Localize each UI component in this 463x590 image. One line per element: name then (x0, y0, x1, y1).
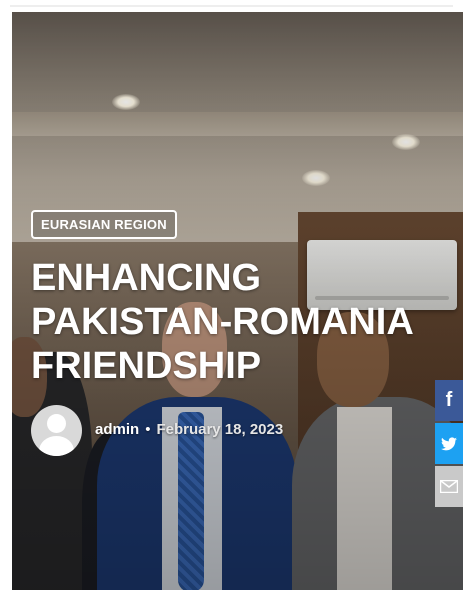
top-strip (0, 0, 463, 12)
post-date[interactable]: February 18, 2023 (156, 421, 283, 438)
facebook-icon[interactable]: f (435, 380, 463, 421)
divider (10, 5, 453, 7)
author-link[interactable]: admin (95, 421, 139, 438)
email-icon[interactable] (435, 466, 463, 507)
avatar-head (47, 414, 66, 433)
article-title[interactable]: ENHANCING PAKISTAN-ROMANIA FRIENDSHIP (31, 256, 451, 388)
twitter-bird-glyph (441, 437, 457, 451)
meta-separator: • (145, 421, 151, 438)
category-badge[interactable]: EURASIAN REGION (31, 210, 177, 239)
user-avatar-icon[interactable] (31, 405, 82, 456)
envelope-glyph (439, 480, 459, 494)
avatar-body (39, 436, 74, 456)
article-meta: admin • February 18, 2023 (95, 421, 283, 438)
twitter-icon[interactable] (435, 423, 463, 464)
share-bar: f (435, 380, 463, 509)
